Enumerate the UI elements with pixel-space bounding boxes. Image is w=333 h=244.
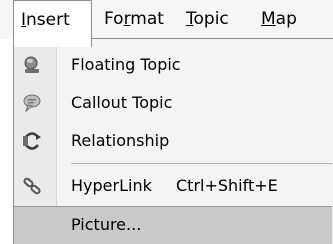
- hyperlink-icon: [22, 176, 42, 196]
- menu-item-picture[interactable]: Picture...: [14, 206, 332, 244]
- menu-insert-rest: nsert: [26, 10, 70, 30]
- menu-item-label: Picture...: [71, 215, 142, 234]
- menu-map[interactable]: Map: [254, 0, 297, 39]
- menu-item-shortcut: Ctrl+Shift+E: [176, 176, 278, 195]
- menu-item-callout-topic[interactable]: Callout Topic: [14, 84, 332, 122]
- menu-item-hyperlink[interactable]: HyperLink Ctrl+Shift+E: [14, 167, 332, 205]
- menu-item-label: HyperLink: [71, 176, 152, 195]
- relationship-icon: [22, 131, 42, 151]
- menu-map-rest: ap: [275, 9, 297, 29]
- menu-topic-rest: opic: [193, 9, 229, 29]
- menu-insert[interactable]: Insert: [13, 0, 92, 47]
- callout-topic-icon: [22, 93, 42, 113]
- menu-item-floating-topic[interactable]: Floating Topic: [14, 46, 332, 84]
- insert-dropdown-menu: Floating Topic Callout Topic Relationshi…: [13, 38, 333, 244]
- menu-item-relationship[interactable]: Relationship: [14, 122, 332, 160]
- menu-item-label: Callout Topic: [71, 93, 173, 112]
- menu-format-rest: mat: [130, 9, 164, 29]
- menu-topic[interactable]: Topic: [179, 0, 229, 39]
- menu-item-label: Floating Topic: [71, 55, 181, 74]
- menu-separator: [71, 163, 332, 164]
- menu-map-mnemonic: M: [261, 9, 276, 29]
- floating-topic-icon: [22, 55, 42, 75]
- menu-bar: Insert Format Topic Map: [0, 0, 333, 47]
- menu-topic-mnemonic: T: [186, 9, 194, 29]
- app-window: Insert Format Topic Map Floating Topic C…: [0, 0, 333, 244]
- menu-item-label: Relationship: [71, 131, 170, 150]
- menu-format[interactable]: Format: [97, 0, 164, 39]
- menu-format-pre: Fo: [104, 9, 124, 29]
